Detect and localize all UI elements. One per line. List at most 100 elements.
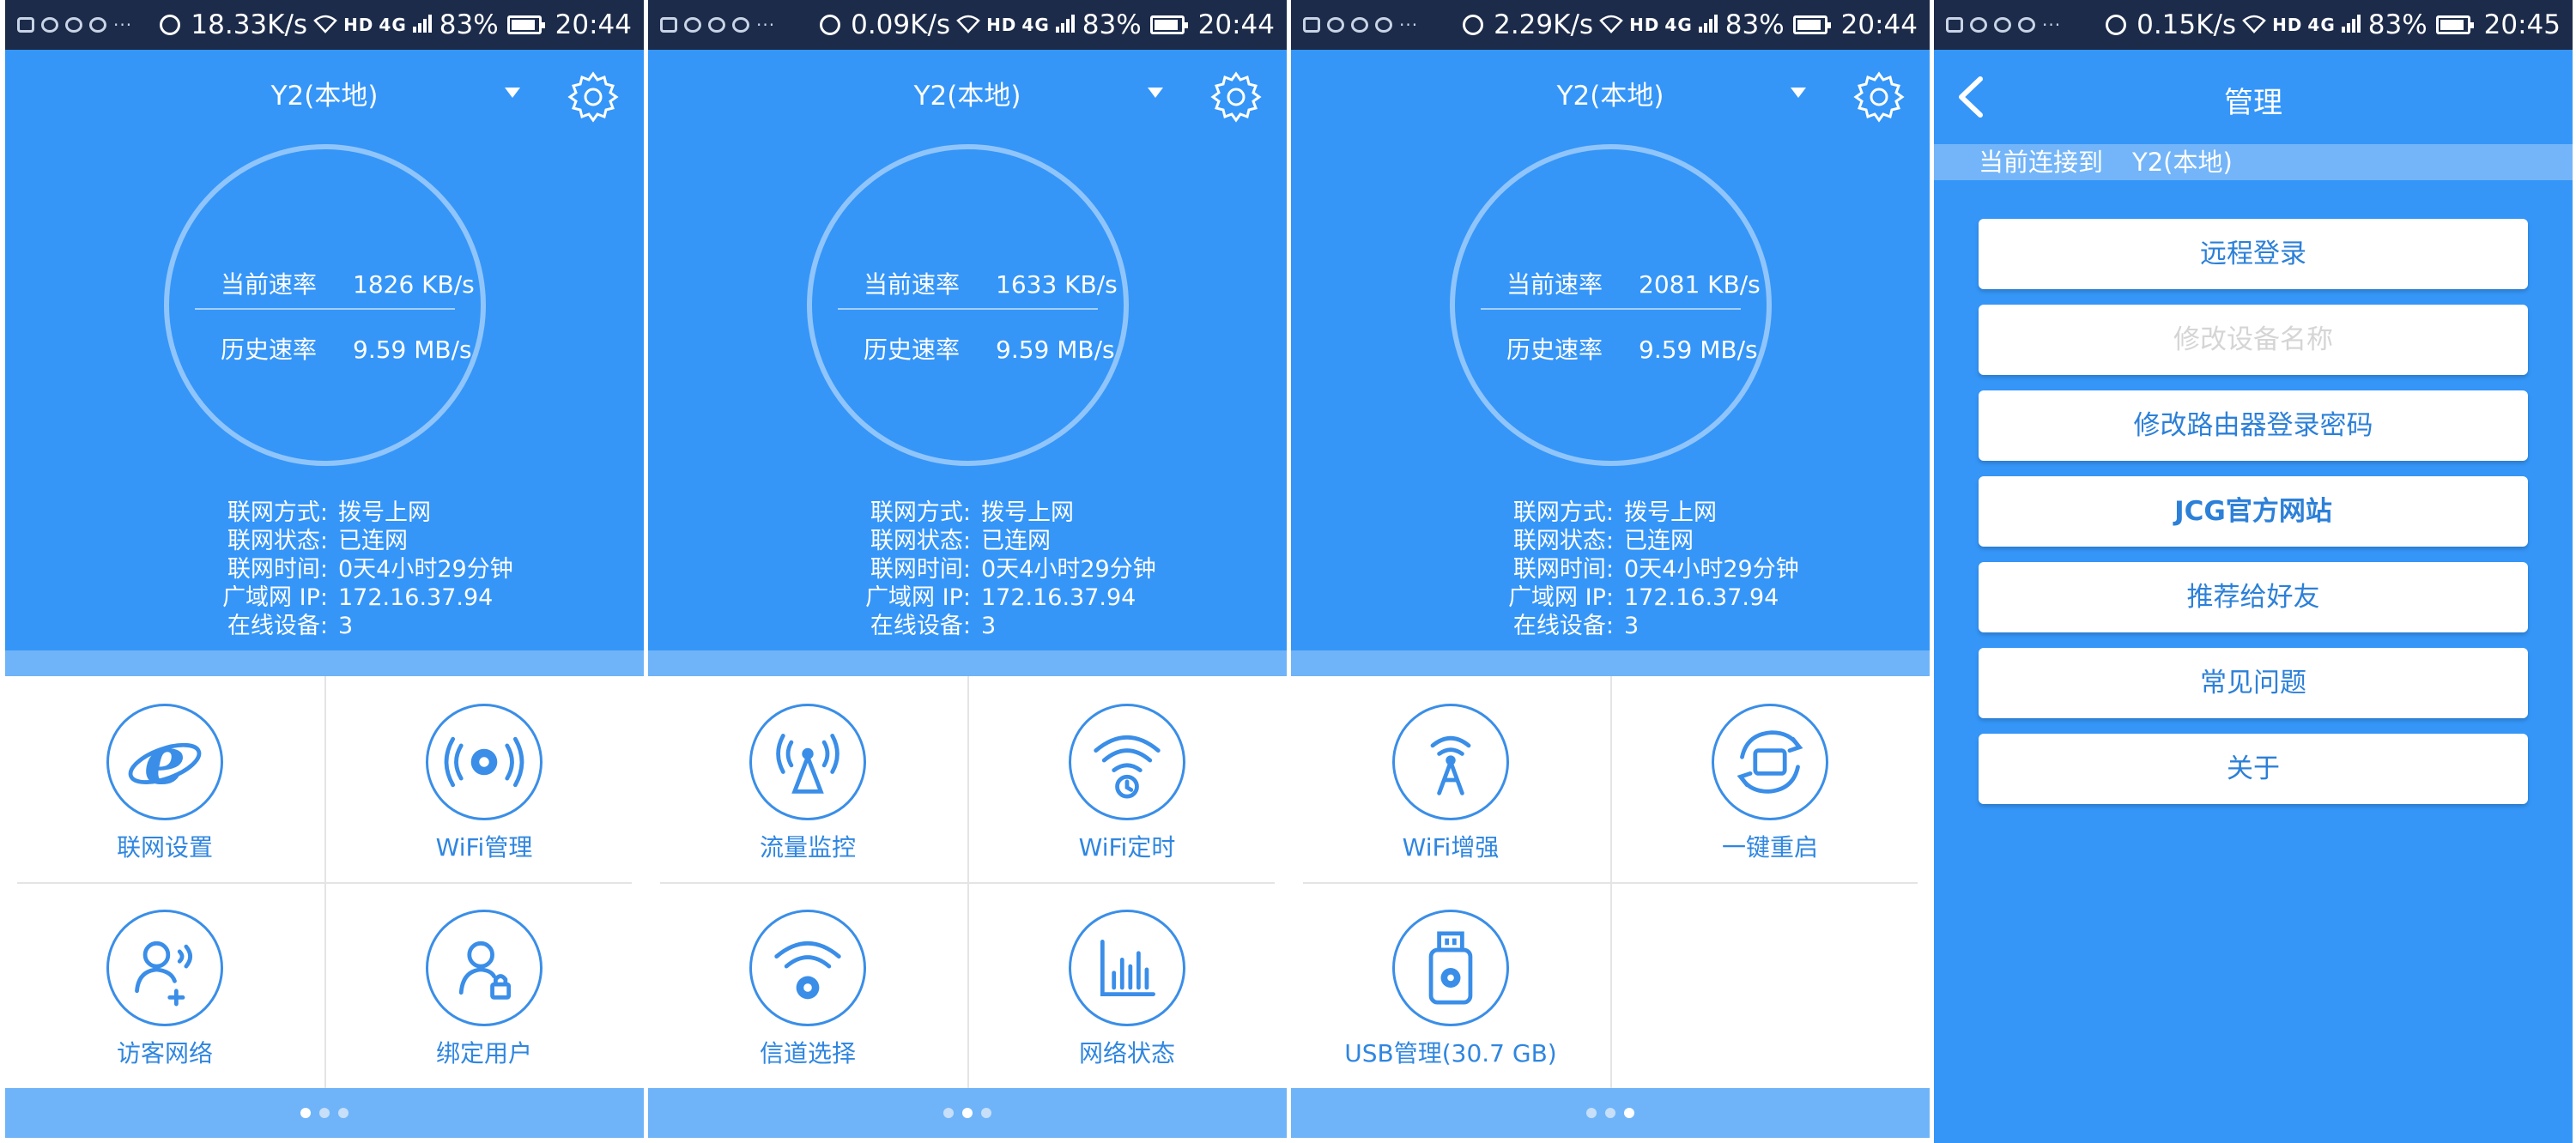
device-selector[interactable]: Y2(本地) [1291, 50, 1930, 137]
device-name: Y2(本地) [270, 81, 379, 112]
speed-gauge: 当前速率 1826 KB/s 历史速率 9.59 MB/s [164, 144, 486, 466]
grid-divider [324, 676, 326, 1088]
connection-bar: 当前连接到 Y2(本地) [1934, 144, 2573, 180]
page-indicator [648, 1088, 1287, 1138]
guest-user-icon [106, 910, 223, 1026]
net-speed: 0.15K/s [2137, 9, 2237, 40]
network-info: 联网方式: 拨号上网 联网状态: 已连网 联网时间: 0天4小时29分钟 广域网 IP… [194, 499, 513, 640]
tile-bind-user[interactable]: 绑定用户 [324, 882, 644, 1088]
page-dot [981, 1108, 991, 1118]
gauge-divider [1481, 308, 1741, 310]
wechat-icon [1994, 17, 2011, 33]
net-speed: 18.33K/s [191, 9, 308, 40]
tile-guest-network[interactable]: 访客网络 [5, 882, 324, 1088]
settings-gear-icon[interactable] [1849, 67, 1909, 127]
settings-gear-icon[interactable] [1206, 67, 1266, 127]
status-bar: ··· 0.09K/s HD 4G 83% 20:44 [648, 0, 1287, 50]
signal-bars-icon [2341, 9, 2363, 40]
clock: 20:44 [1197, 9, 1275, 40]
signal-bars-icon [1055, 9, 1077, 40]
dashboard-panel: Y2(本地) 当前速率 1633 KB/s 历史速率 9.59 MB/s 联网方式:… [648, 50, 1287, 676]
current-rate: 当前速率 1826 KB/s [221, 270, 475, 299]
hd-label: HD [1629, 15, 1660, 35]
status-bar: ··· 0.15K/s HD 4G 83% 20:45 [1934, 0, 2573, 50]
dashboard-panel: Y2(本地) 当前速率 1826 KB/s 历史速率 9.59 MB/s 联网方式:… [5, 50, 644, 676]
official-website-button[interactable]: JCG官方网站 [1979, 476, 2528, 547]
info-row: 广域网 IP: 172.16.37.94 [222, 584, 494, 611]
about-button[interactable]: 关于 [1979, 734, 2528, 804]
network-info: 联网方式: 拨号上网 联网状态: 已连网 联网时间: 0天4小时29分钟 广域网 IP… [1480, 499, 1799, 640]
info-row: 在线设备: 3 [870, 613, 997, 639]
gallery-icon [660, 17, 677, 33]
dropdown-caret-icon[interactable] [505, 88, 520, 98]
alarm-icon [820, 15, 841, 35]
info-row: 联网时间: 0天4小时29分钟 [1512, 556, 1799, 583]
wifi-clock-icon [1069, 704, 1185, 820]
info-row: 联网时间: 0天4小时29分钟 [227, 556, 513, 583]
info-row: 联网状态: 已连网 [227, 528, 408, 554]
tile-internet-settings[interactable]: e 联网设置 [5, 676, 324, 882]
info-row: 在线设备: 3 [227, 613, 354, 639]
tile-one-click-reboot[interactable]: 一键重启 [1610, 676, 1930, 882]
battery-level: 83% [1082, 9, 1142, 40]
page-dot [1586, 1108, 1597, 1118]
device-name: Y2(本地) [913, 81, 1021, 112]
panel-footer-strip [5, 650, 644, 676]
battery-icon [1149, 15, 1188, 34]
settings-gear-icon[interactable] [563, 67, 623, 127]
panel-footer-strip [1291, 650, 1930, 676]
page-indicator [5, 1088, 644, 1138]
heart-icon [89, 17, 106, 33]
heart-icon [2018, 17, 2035, 33]
tile-wifi-boost[interactable]: WiFi增强 [1291, 676, 1610, 882]
page-dot-active [962, 1108, 973, 1118]
change-password-button[interactable]: 修改路由器登录密码 [1979, 390, 2528, 461]
tile-usb-management[interactable]: USB管理(30.7 GB) [1291, 882, 1610, 1088]
tile-network-status[interactable]: 网络状态 [967, 882, 1287, 1088]
dropdown-caret-icon[interactable] [1791, 88, 1806, 98]
signal-4g-icon: 4G [1021, 15, 1050, 35]
tile-wifi-timer[interactable]: WiFi定时 [967, 676, 1287, 882]
faq-button[interactable]: 常见问题 [1979, 648, 2528, 718]
hd-label: HD [2272, 15, 2303, 35]
battery-icon [1792, 15, 1831, 34]
tile-wifi-management[interactable]: WiFi管理 [324, 676, 644, 882]
info-row: 联网状态: 已连网 [870, 528, 1051, 554]
signal-4g-icon: 4G [379, 15, 407, 35]
recommend-button[interactable]: 推荐给好友 [1979, 562, 2528, 632]
info-row: 联网方式: 拨号上网 [227, 499, 431, 526]
page-dot [1605, 1108, 1615, 1118]
device-selector[interactable]: Y2(本地) [5, 50, 644, 137]
clock: 20:44 [555, 9, 632, 40]
wechat-icon [708, 17, 725, 33]
more-dots-icon: ··· [1399, 15, 1419, 35]
status-bar: ··· 18.33K/s HD 4G 83% 20:44 [5, 0, 644, 50]
device-selector[interactable]: Y2(本地) [648, 50, 1287, 137]
signal-bars-icon [1698, 9, 1720, 40]
heart-icon [732, 17, 749, 33]
info-row: 在线设备: 3 [1512, 613, 1640, 639]
title-bar: 管理 [1934, 50, 2573, 144]
connection-label: 当前连接到 [1979, 148, 2104, 177]
page-dot [338, 1108, 349, 1118]
tower-icon [1392, 704, 1509, 820]
dropdown-caret-icon[interactable] [1148, 88, 1163, 98]
remote-login-button[interactable]: 远程登录 [1979, 219, 2528, 289]
panel-footer-strip [648, 650, 1287, 676]
phone-screen-3: ··· 2.29K/s HD 4G 83% 20:44 Y2(本地) 当前速率 … [1291, 0, 1930, 1143]
tile-traffic-monitor[interactable]: 流量监控 [648, 676, 967, 882]
manage-body: 远程登录 修改设备名称 修改路由器登录密码 JCG官方网站 推荐给好友 常见问题… [1934, 180, 2573, 1143]
history-rate: 历史速率 9.59 MB/s [1506, 336, 1758, 364]
page-title: 管理 [2224, 86, 2282, 120]
gallery-icon [1946, 17, 1963, 33]
function-grid: WiFi增强 一键重启 USB管理(30.7 GB) [1291, 676, 1930, 1088]
wechat-icon [41, 17, 58, 33]
net-speed: 0.09K/s [851, 9, 951, 40]
rename-device-button[interactable]: 修改设备名称 [1979, 305, 2528, 375]
usb-gear-icon [1392, 910, 1509, 1026]
net-speed: 2.29K/s [1494, 9, 1594, 40]
router-restart-icon [1712, 704, 1828, 820]
tile-channel-select[interactable]: 信道选择 [648, 882, 967, 1088]
clock: 20:45 [2483, 9, 2561, 40]
signal-bars-icon [412, 9, 434, 40]
